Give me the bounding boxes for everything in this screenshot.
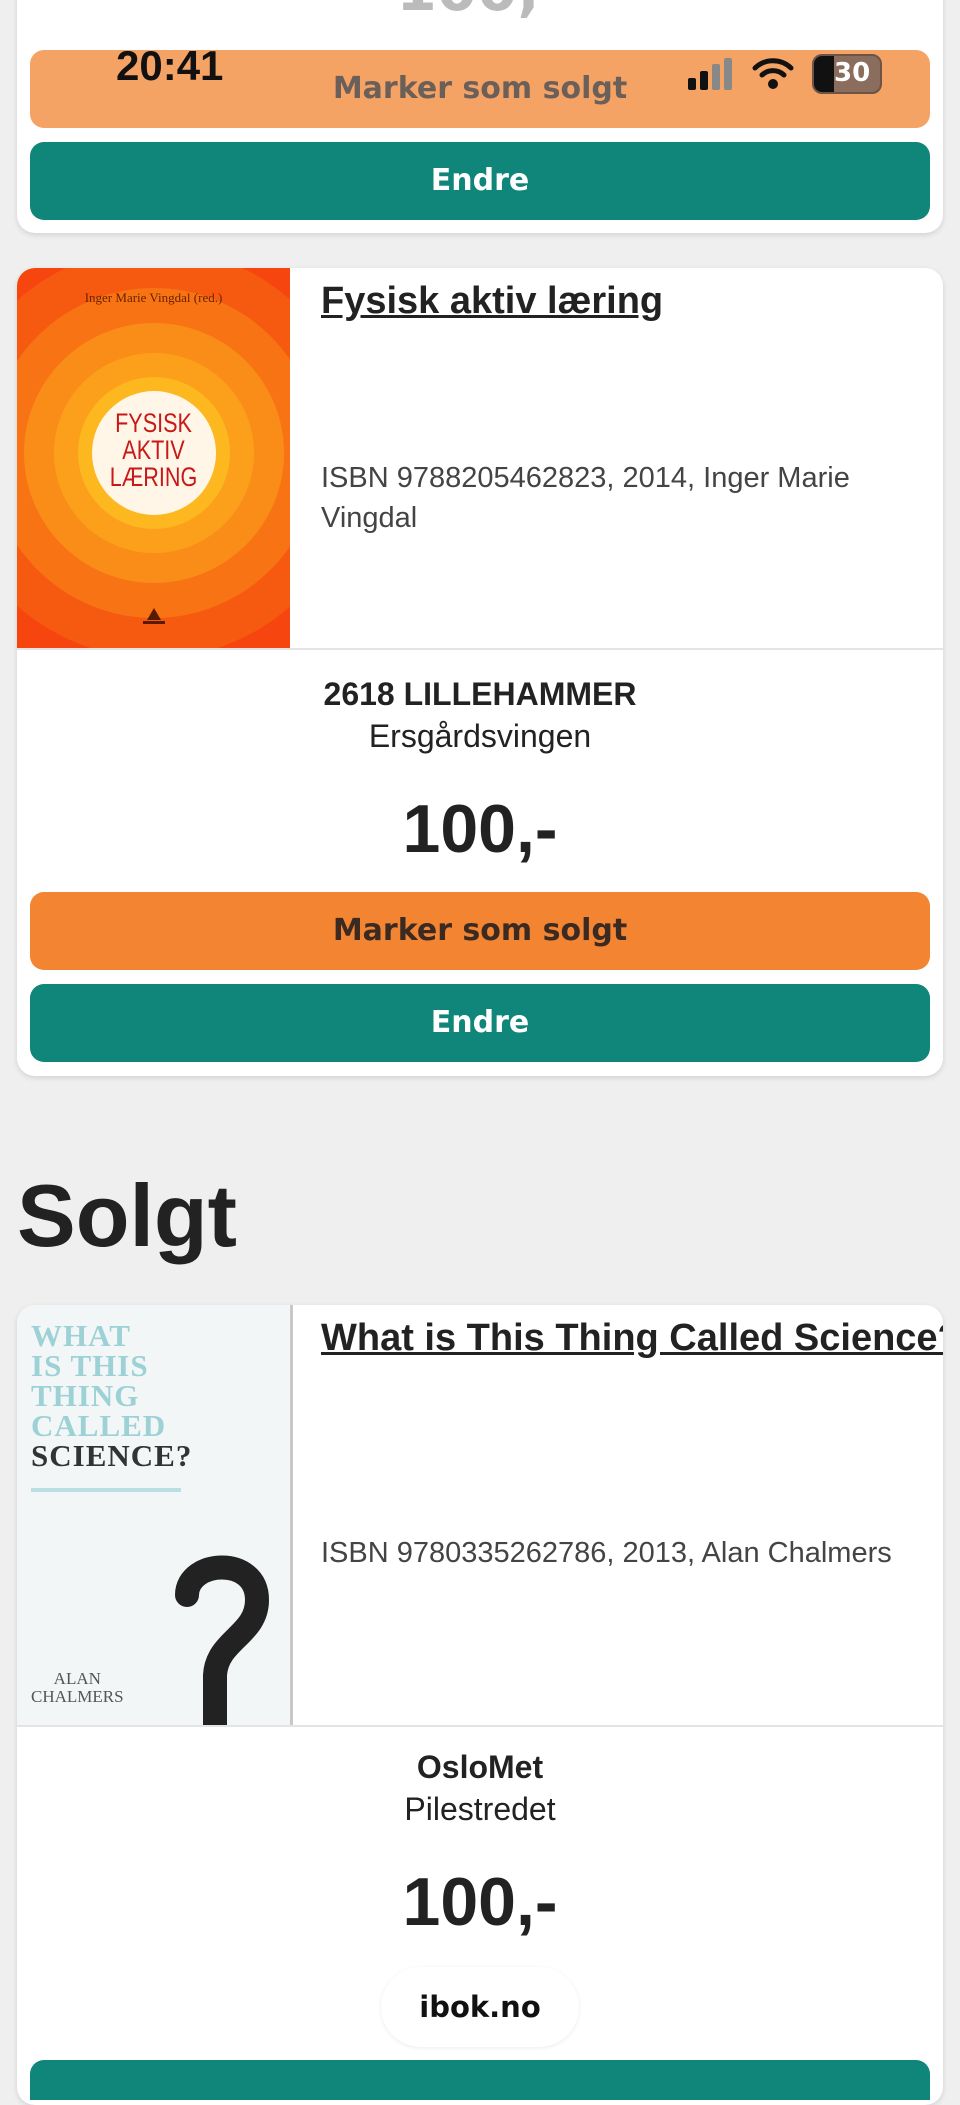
publisher-logo-icon xyxy=(143,608,165,624)
price: 100,- xyxy=(402,1864,558,1940)
previous-listing-card: 100,- Marker som solgt Endre xyxy=(17,0,943,233)
mark-sold-button[interactable]: Marker som solgt xyxy=(30,50,930,128)
edit-button[interactable]: Endre xyxy=(30,142,930,220)
cover-title: WHAT IS THIS THING CALLED SCIENCE? xyxy=(31,1318,193,1473)
book-cover[interactable]: WHAT IS THIS THING CALLED SCIENCE? ALAN … xyxy=(17,1305,293,1725)
cover-author: Inger Marie Vingdal (red.) xyxy=(84,290,223,305)
book-meta: ISBN 9780335262786, 2013, Alan Chalmers xyxy=(321,1537,892,1569)
book-summary: WHAT IS THIS THING CALLED SCIENCE? ALAN … xyxy=(17,1305,943,1725)
previous-price: 100,- xyxy=(17,0,943,19)
book-cover[interactable]: Inger Marie Vingdal (red.) FYSISK AKTIV … xyxy=(17,268,290,648)
listing-card: Inger Marie Vingdal (red.) FYSISK AKTIV … xyxy=(17,268,943,1076)
location-city: OsloMet xyxy=(416,1749,544,1785)
section-heading-sold: Solgt xyxy=(17,1166,237,1265)
book-title-link[interactable]: What is This Thing Called Science? xyxy=(321,1317,943,1360)
url-bar[interactable]: ibok.no xyxy=(381,1967,579,2047)
price: 100,- xyxy=(402,791,558,867)
location-street: Ersgårdsvingen xyxy=(368,718,592,754)
cover-title: FYSISK AKTIV LÆRING xyxy=(109,408,198,492)
question-mark-icon xyxy=(175,1555,270,1725)
cover-author: ALAN CHALMERS xyxy=(31,1669,124,1706)
edit-button[interactable]: Endre xyxy=(30,984,930,1062)
location-city: 2618 LILLEHAMMER xyxy=(323,676,637,712)
location-street: Pilestredet xyxy=(404,1791,556,1827)
book-title-link[interactable]: Fysisk aktiv læring xyxy=(321,280,933,323)
book-meta: ISBN 9788205462823, 2014, Inger Marie Vi… xyxy=(321,462,850,534)
action-button-partial[interactable] xyxy=(30,2060,930,2100)
divider xyxy=(17,648,943,650)
divider xyxy=(17,1725,943,1727)
book-summary: Inger Marie Vingdal (red.) FYSISK AKTIV … xyxy=(17,268,943,648)
mark-sold-button[interactable]: Marker som solgt xyxy=(30,892,930,970)
